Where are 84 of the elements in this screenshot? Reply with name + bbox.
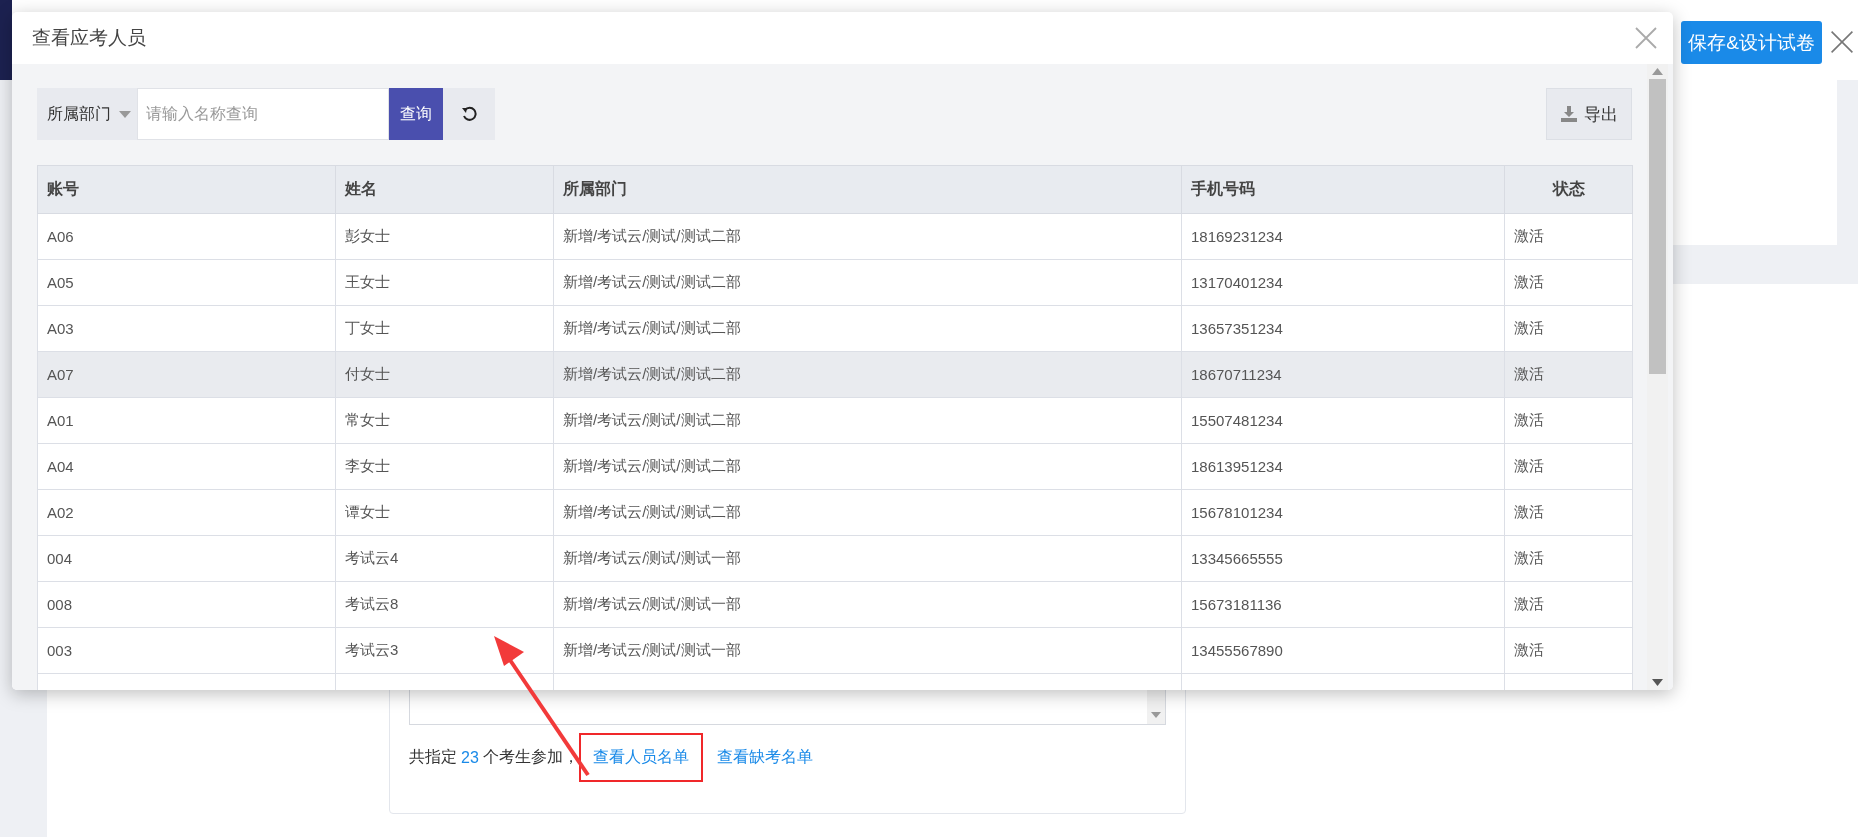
table-cell: 谭女士 (335, 489, 554, 536)
close-icon[interactable] (1830, 30, 1854, 54)
table-row[interactable]: A02 谭女士 新增/考试云/测试/测试二部 15678101234 激活 (37, 489, 1633, 536)
table-cell: 18670711234 (1181, 351, 1505, 398)
summary-text: 共指定 (409, 747, 457, 767)
table-cell: 考试云8 (335, 581, 554, 628)
table-cell: A05 (37, 259, 336, 306)
table-cell: 激活 (1504, 213, 1633, 260)
scroll-down-icon[interactable] (1652, 679, 1663, 686)
table-cell: 新增/考试云/测试/测试二部 (553, 259, 1182, 306)
table-cell: 丁女士 (335, 305, 554, 352)
table-cell: 彭女士 (335, 213, 554, 260)
table-cell: A02 (37, 489, 336, 536)
table-cell: 003 (37, 627, 336, 674)
table-cell: 激活 (1504, 351, 1633, 398)
scroll-up-icon[interactable] (1652, 68, 1663, 75)
table-cell: 激活 (1504, 535, 1633, 582)
table-cell: 新增/考试云/测试/测试二部 (553, 351, 1182, 398)
column-header: 账号 (37, 165, 336, 214)
table-cell: 新增/考试云/测试/测试二部 (553, 443, 1182, 490)
download-icon (1560, 106, 1578, 122)
table-cell: 新增/考试云/测试/测试一部 (553, 627, 1182, 674)
table-row[interactable]: 003 考试云3 新增/考试云/测试/测试一部 13455567890 激活 (37, 627, 1633, 674)
reset-button[interactable] (443, 88, 495, 140)
table-cell: 王女士 (335, 259, 554, 306)
candidate-count: 23 (461, 748, 479, 767)
table-cell: 李女士 (335, 443, 554, 490)
table-cell: 付女士 (335, 351, 554, 398)
table-cell: A04 (37, 443, 336, 490)
column-header: 状态 (1504, 165, 1633, 214)
scrollbar[interactable] (1647, 64, 1668, 690)
table-cell: 激活 (1504, 581, 1633, 628)
column-header: 所属部门 (553, 165, 1182, 214)
table-cell: 13170401234 (1181, 259, 1505, 306)
export-button[interactable]: 导出 (1546, 88, 1632, 140)
table-cell: 18169231234 (1181, 213, 1505, 260)
view-list-link[interactable]: 查看人员名单 (578, 733, 703, 782)
close-icon[interactable] (1635, 27, 1657, 49)
table-cell: 新增/考试云/测试/测试二部 (553, 489, 1182, 536)
table-row[interactable]: A07 付女士 新增/考试云/测试/测试二部 18670711234 激活 (37, 351, 1633, 398)
table-cell: 新增/考试云/测试/测试一部 (553, 581, 1182, 628)
table-cell: 激活 (1504, 443, 1633, 490)
summary-text: 个考生参加， (482, 747, 579, 767)
table-cell: 13657351234 (1181, 305, 1505, 352)
dialog-title: 查看应考人员 (32, 26, 146, 50)
caret-icon (119, 110, 131, 118)
table-cell: A07 (37, 351, 336, 398)
table-cell: A06 (37, 213, 336, 260)
table-cell: 新增/考试云/测试/测试二部 (553, 397, 1182, 444)
search-button[interactable]: 查询 (389, 88, 443, 140)
table-cell: 激活 (1504, 627, 1633, 674)
table-row[interactable]: 004 考试云4 新增/考试云/测试/测试一部 13345665555 激活 (37, 535, 1633, 582)
table-cell: 004 (37, 535, 336, 582)
view-absent-link[interactable]: 查看缺考名单 (702, 733, 827, 782)
table-row[interactable]: A01 常女士 新增/考试云/测试/测试二部 15507481234 激活 (37, 397, 1633, 444)
table-cell: 13345665555 (1181, 535, 1505, 582)
table-row[interactable]: A06 彭女士 新增/考试云/测试/测试二部 18169231234 激活 (37, 213, 1633, 260)
table-cell: 15678101234 (1181, 489, 1505, 536)
save-design-button[interactable]: 保存&设计试卷 (1681, 21, 1822, 64)
table-cell: 激活 (1504, 489, 1633, 536)
column-header: 手机号码 (1181, 165, 1505, 214)
table-cell: 新增/考试云/测试/测试二部 (553, 213, 1182, 260)
table-cell: 新增/考试云/测试/测试二部 (553, 305, 1182, 352)
table-cell: 考试云4 (335, 535, 554, 582)
table-row[interactable]: A03 丁女士 新增/考试云/测试/测试二部 13657351234 激活 (37, 305, 1633, 352)
column-header: 姓名 (335, 165, 554, 214)
table-cell: 008 (37, 581, 336, 628)
table-cell: 15673181136 (1181, 581, 1505, 628)
table-cell: 激活 (1504, 259, 1633, 306)
table-cell: 激活 (1504, 305, 1633, 352)
table-cell: 常女士 (335, 397, 554, 444)
department-dropdown[interactable]: 所属部门 (37, 88, 137, 140)
table-cell: A03 (37, 305, 336, 352)
refresh-icon (461, 106, 477, 122)
table-cell: 15507481234 (1181, 397, 1505, 444)
table-cell: A01 (37, 397, 336, 444)
table-row[interactable]: A04 李女士 新增/考试云/测试/测试二部 18613951234 激活 (37, 443, 1633, 490)
table-row[interactable]: 008 考试云8 新增/考试云/测试/测试一部 15673181136 激活 (37, 581, 1633, 628)
table-row[interactable]: A05 王女士 新增/考试云/测试/测试二部 13170401234 激活 (37, 259, 1633, 306)
table-cell: 新增/考试云/测试/测试一部 (553, 535, 1182, 582)
search-field[interactable]: 请输入名称查询 (137, 88, 389, 140)
table-cell: 13455567890 (1181, 627, 1505, 674)
table-cell: 18613951234 (1181, 443, 1505, 490)
table-cell: 激活 (1504, 397, 1633, 444)
